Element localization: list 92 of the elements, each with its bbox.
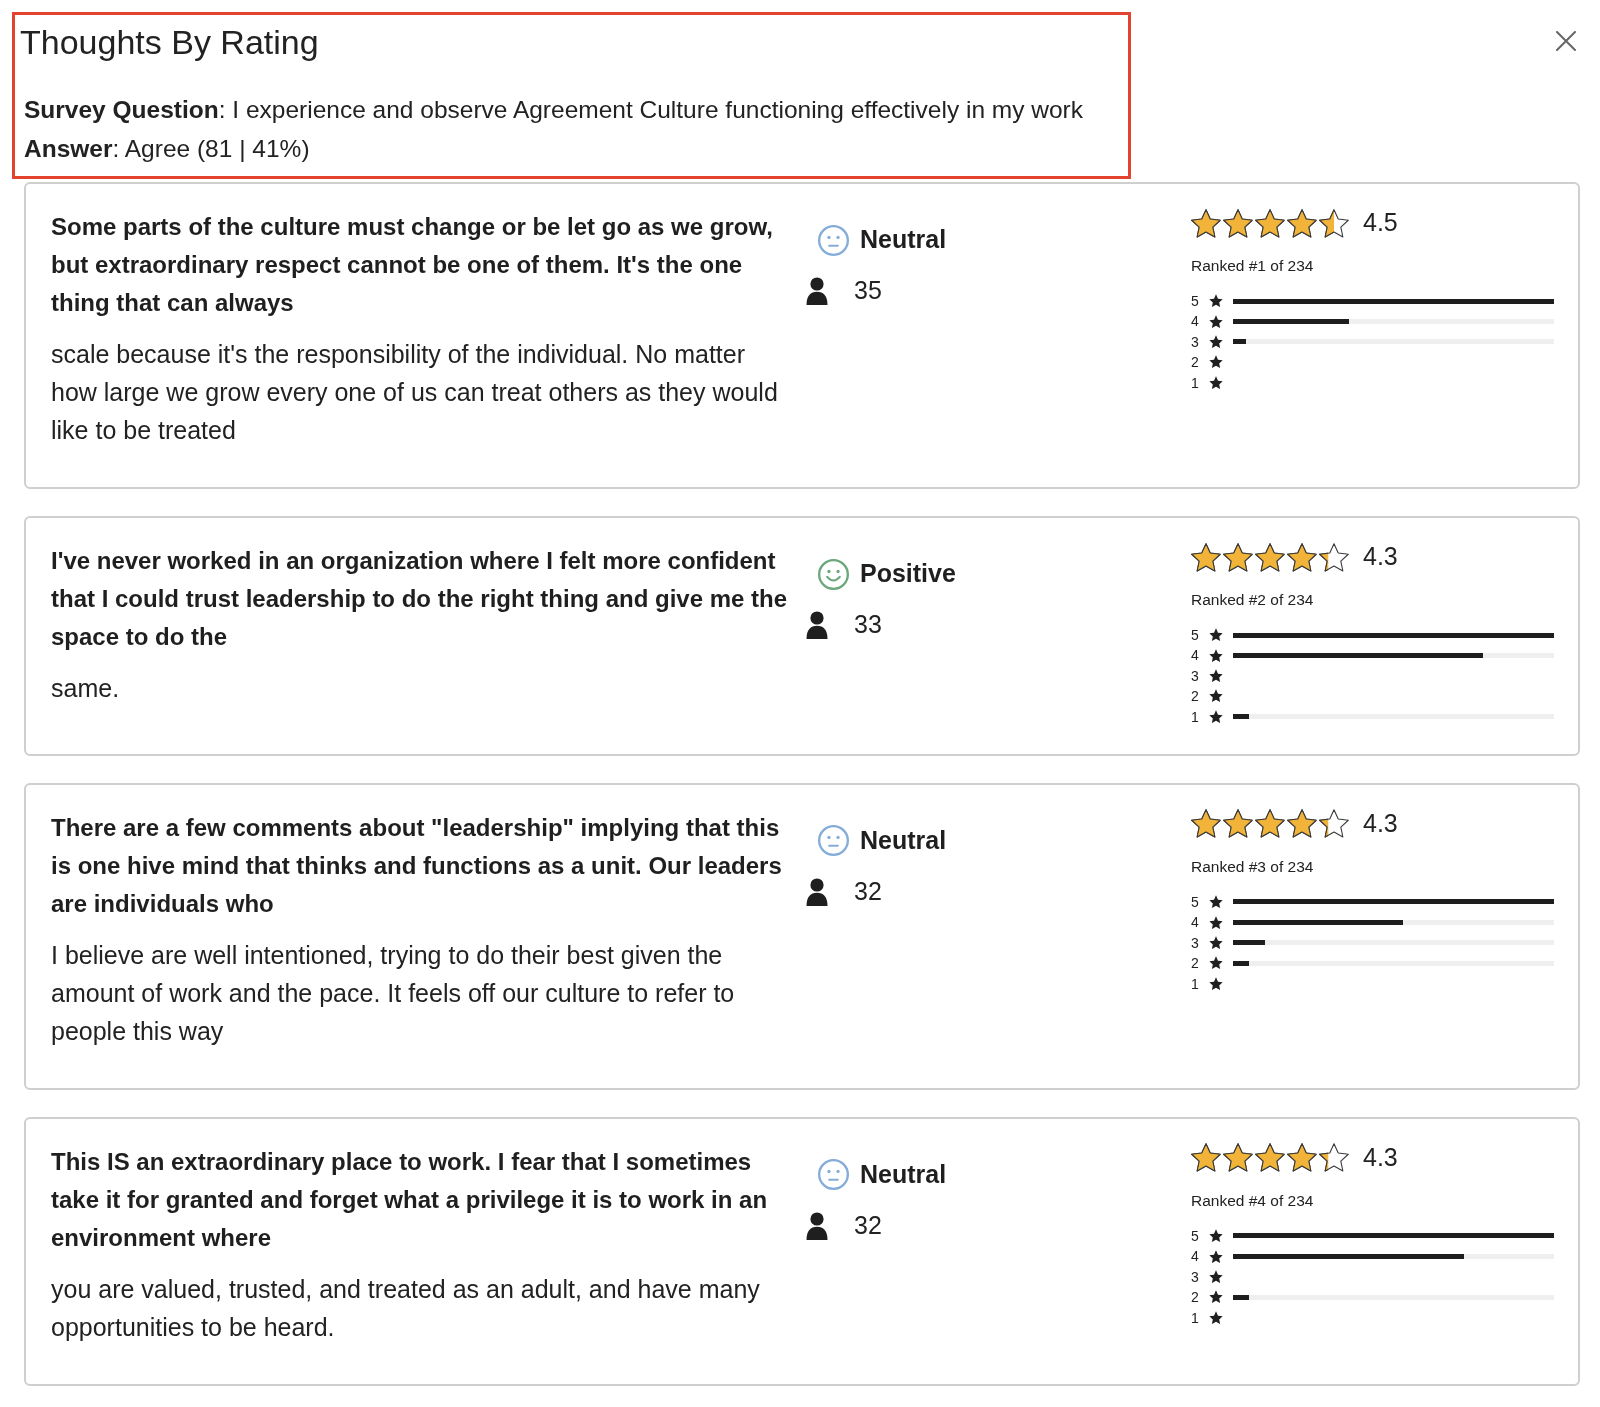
star-icon [1209,936,1223,950]
star-level-label: 4 [1191,1248,1200,1265]
star-icon [1209,1310,1223,1325]
star-level-label: 5 [1191,293,1200,309]
star-icon [1209,956,1223,970]
rating-value: 4.3 [1363,808,1398,840]
star-icon [1191,809,1221,839]
sentiment-label: Neutral [860,1159,947,1191]
star-level-label: 1 [1191,708,1200,725]
star-level-label: 3 [1191,1268,1200,1285]
star-icon [1209,375,1223,390]
respondent-count: 32 [854,876,882,908]
star-icon [1209,895,1223,909]
star-level-label: 2 [1191,354,1200,371]
sentiment-label: Neutral [860,825,947,857]
rating-value: 4.3 [1363,1142,1398,1174]
star-level-label: 1 [1191,975,1200,992]
sentiment-label: Neutral [860,224,947,256]
comment-text: same. [51,673,121,704]
star-level-label: 2 [1191,955,1200,972]
star-icon [1191,542,1221,572]
person-icon [806,611,828,639]
star-level-label: 4 [1191,313,1200,330]
star-icon [1255,1143,1285,1173]
star-icon [1191,208,1221,238]
rating-value: 4.3 [1363,541,1398,573]
respondent-count: 35 [854,275,882,307]
star-icon [1209,1229,1223,1243]
partial-star-icon [1319,1143,1349,1173]
star-level-label: 5 [1191,1227,1200,1244]
partial-star-icon [1319,809,1349,839]
star-icon [1209,1270,1223,1284]
respondent-count: 33 [854,609,882,641]
respondent-count: 32 [854,1210,882,1242]
star-level-label: 3 [1191,333,1200,350]
star-icon [1209,355,1223,369]
star-icon [1255,542,1285,572]
comment-text: scale because it's the responsibility of the individual. No matter how large we grow every one of us can treat others as they would like to be treated [51,339,779,446]
star-icon [1209,294,1223,308]
star-icon [1223,1143,1253,1173]
rank-text: Ranked #2 of 234 [1191,590,1315,610]
survey-answer: Answer: Agree (81 | 41%) [24,134,311,164]
rank-text: Ranked #1 of 234 [1191,256,1315,276]
comment-heading: Some parts of the culture must change or be let go as we grow, but extraordinary respect cannot be one of them. It's the one thing that can always [51,212,774,318]
star-level-label: 4 [1191,647,1200,664]
star-level-label: 4 [1191,914,1200,931]
star-level-label: 3 [1191,667,1200,684]
dialog-title: Thoughts By Rating [20,22,320,62]
star-icon [1255,208,1285,238]
close-icon[interactable] [1556,31,1576,51]
star-level-label: 1 [1191,374,1200,391]
star-icon [1191,1143,1221,1173]
star-icon [1287,809,1317,839]
star-icon [1209,1290,1223,1304]
star-icon [1223,208,1253,238]
star-icon [1209,915,1223,930]
star-icon [1209,628,1223,642]
person-icon [806,877,828,906]
rank-text: Ranked #3 of 234 [1191,856,1315,877]
star-icon [1255,809,1285,839]
survey-question: Survey Question: I experience and observe Agreement Culture functioning effectively in my work [24,95,1084,125]
star-level-label: 3 [1191,934,1200,951]
person-icon [806,277,828,305]
rank-text: Ranked #4 of 234 [1191,1190,1315,1211]
comment-text: I believe are well intentioned, trying to do their best given the amount of work and the pace. It feels off our culture to refer to people this way [51,939,736,1047]
comment-heading: There are a few comments about "leadership" implying that this is one hive mind that thinks and functions as a unit. Our leaders are individuals who [51,812,783,919]
star-level-label: 5 [1191,893,1200,910]
star-icon [1209,669,1223,683]
comment-heading: This IS an extraordinary place to work. I fear that I sometimes take it for granted and forget what a privilege it is to work in an environment where [51,1146,769,1253]
star-icon [1209,314,1223,329]
partial-star-icon [1319,208,1349,238]
sentiment-label: Positive [860,558,956,590]
star-icon [1209,976,1223,991]
star-level-label: 2 [1191,688,1200,705]
comment-text: you are valued, trusted, and treated as an adult, and have many opportunities to be heard. [51,1273,761,1343]
star-level-label: 1 [1191,1309,1200,1326]
partial-star-icon [1319,542,1349,572]
star-icon [1287,208,1317,238]
rating-value: 4.5 [1363,207,1398,239]
star-icon [1209,335,1223,349]
star-icon [1287,542,1317,572]
person-icon [806,1211,828,1240]
star-level-label: 2 [1191,1289,1200,1306]
comment-heading: I've never worked in an organization where I felt more confident that I could trust leadership to do the right thing and give me the space to do the [51,546,789,652]
star-icon [1209,648,1223,663]
star-icon [1209,709,1223,724]
star-icon [1209,689,1223,703]
star-icon [1223,809,1253,839]
star-icon [1209,1249,1223,1264]
star-icon [1223,542,1253,572]
star-level-label: 5 [1191,627,1200,643]
star-icon [1287,1143,1317,1173]
